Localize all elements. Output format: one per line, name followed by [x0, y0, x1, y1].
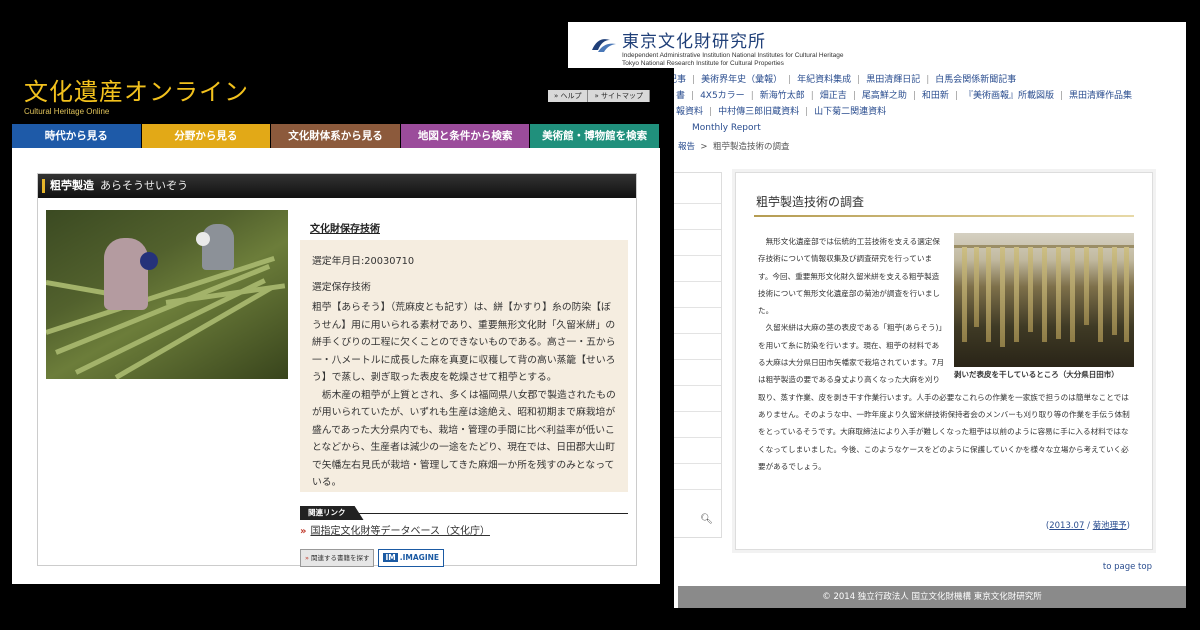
brand-title: 文化遺産オンライン	[24, 78, 249, 106]
search-books-button[interactable]: » 関連する書籍を探す	[300, 549, 375, 567]
archive-nav-link[interactable]: 黒田清輝日記	[866, 72, 920, 88]
nav-separator: |	[954, 91, 958, 101]
breadcrumb-link[interactable]: 報告	[678, 142, 695, 152]
archive-nav-link[interactable]: 黒田清輝作品集	[1069, 88, 1132, 104]
bunka-isan-online-window: 文化遺産オンライン Cultural Heritage Online » ヘルプ…	[0, 68, 674, 608]
selected-date: 選定年月日:20030710	[312, 256, 415, 267]
related-links: 関連リンク » 国指定文化財等データベース（文化庁） » 関連する書籍を探す IM.…	[300, 500, 628, 567]
institute-logo-icon	[592, 39, 616, 52]
tab-map-search[interactable]: 地図と条件から検索	[400, 124, 531, 148]
nav-separator: |	[691, 91, 695, 101]
breadcrumb-current: 粗苧製造技術の調査	[712, 142, 790, 152]
harvest-photo	[46, 210, 288, 379]
tab-by-system[interactable]: 文化財体系から見る	[271, 124, 401, 148]
nav-separator: |	[709, 107, 713, 117]
archive-nav-row-4: Monthly Report	[692, 120, 1186, 136]
nav-separator: |	[1060, 91, 1064, 101]
nav-separator: |	[926, 75, 930, 85]
article-date-link[interactable]: 2013.07	[1049, 521, 1084, 531]
imagine-logo-icon: IM	[383, 553, 398, 562]
archive-nav-link[interactable]: 白馬会関係新聞記事	[935, 72, 1016, 88]
nav-separator: |	[750, 91, 754, 101]
article-credit: (2013.07 / 菊池理予)	[1045, 521, 1130, 531]
utility-links: » ヘルプ » サイトマップ	[547, 90, 650, 102]
heritage-reading: あらそうせいぞう	[100, 179, 188, 192]
archive-nav-link[interactable]: 年紀資料集成	[797, 72, 851, 88]
book-search-badges: » 関連する書籍を探す IM .IMAGINE	[300, 549, 628, 567]
sitemap-link[interactable]: » サイトマップ	[588, 90, 650, 102]
selected-kind: 選定保存技術	[312, 281, 371, 293]
breadcrumb: 報告 > 粗苧製造技術の調査	[678, 140, 789, 152]
archive-nav-link[interactable]: 報資料	[676, 104, 703, 120]
archive-nav-link[interactable]: Monthly Report	[692, 120, 761, 136]
arrow-icon: »	[300, 526, 307, 537]
description-box: 選定年月日:20030710 選定保存技術 粗苧【あらそう】（荒麻皮とも記す）は…	[300, 240, 628, 492]
related-link-database[interactable]: » 国指定文化財等データベース（文化庁）	[300, 522, 628, 537]
category-link[interactable]: 文化財保存技術	[310, 220, 380, 235]
breadcrumb-separator: >	[700, 142, 708, 152]
heritage-title: 粗苧製造	[50, 179, 94, 192]
drying-fiber-photo	[954, 233, 1134, 367]
description-paragraph-1: 粗苧【あらそう】（荒麻皮とも記す）は、絣【かすり】糸の防染【ぼうせん】用に用いら…	[312, 302, 616, 383]
archive-nav-link[interactable]: 『美術画報』所載図版	[964, 88, 1054, 104]
archive-nav-link[interactable]: 畑正吉	[820, 88, 847, 104]
tab-by-field[interactable]: 分野から見る	[141, 124, 272, 148]
main-content: 粗苧製造 あらそうせいぞう 文化財保存技術 選定年月日:20030710 選定保…	[12, 148, 660, 584]
help-link[interactable]: » ヘルプ	[547, 90, 589, 102]
archive-nav-link[interactable]: 和田新	[922, 88, 949, 104]
card-heading: 粗苧製造 あらそうせいぞう	[38, 174, 636, 198]
article-title: 粗苧製造技術の調査	[756, 195, 865, 209]
title-rule	[754, 215, 1134, 217]
article-body: 剥いだ表皮を干しているところ（大分県日田市） 無形文化遺産部では伝統的工芸技術を…	[758, 233, 1134, 475]
description-paragraph-2: 栃木産の粗苧が上質とされ、多くは福岡県八女郡で製造されたものが用いられていたが、…	[312, 389, 616, 489]
search-icon[interactable]: 🔍︎	[700, 514, 713, 525]
to-page-top-link[interactable]: to page top	[1103, 562, 1152, 572]
archive-nav-link[interactable]: 新海竹太郎	[760, 88, 805, 104]
photo-caption: 剥いだ表皮を干しているところ（大分県日田市）	[954, 370, 1119, 379]
archive-nav-link[interactable]: 尾高鮮之助	[862, 88, 907, 104]
main-nav-tabs: 時代から見る 分野から見る 文化財体系から見る 地図と条件から検索 美術館・博物…	[12, 124, 660, 148]
archive-nav-link[interactable]: 美術界年史（彙報）	[701, 72, 782, 88]
archive-nav-link[interactable]: 中村傳三郎旧蔵資料	[718, 104, 799, 120]
nav-separator: |	[852, 91, 856, 101]
tobunken-logo[interactable]: 東京文化財研究所 Independent Administrative Inst…	[590, 32, 843, 68]
site-logo[interactable]: 文化遺産オンライン Cultural Heritage Online	[24, 78, 249, 118]
nav-separator: |	[810, 91, 814, 101]
imagine-button[interactable]: IM .IMAGINE	[378, 549, 445, 567]
nav-separator: |	[788, 75, 792, 85]
archive-nav-row-1: 記事 | 美術界年史（彙報） | 年紀資料集成 | 黒田清輝日記 | 白馬会関係新聞記事	[668, 72, 1186, 88]
brand-subtitle: Cultural Heritage Online	[24, 107, 110, 116]
tab-by-era[interactable]: 時代から見る	[12, 124, 142, 148]
archive-nav-link[interactable]: 4X5カラー	[700, 88, 745, 104]
nav-separator: |	[912, 91, 916, 101]
institute-title: 東京文化財研究所	[622, 32, 766, 52]
archive-nav-row-3: 報資料 | 中村傳三郎旧蔵資料 | 山下菊二関連資料	[676, 104, 1186, 120]
institute-subtitle-2: Tokyo National Research Institute for Cu…	[622, 60, 784, 67]
report-article: 粗苧製造技術の調査 剥いだ表皮を干しているところ（大分県日田市） 無形文化遺産部…	[735, 172, 1153, 550]
archive-nav-link[interactable]: 書	[676, 88, 685, 104]
nav-separator: |	[805, 107, 809, 117]
nav-separator: |	[692, 75, 696, 85]
tab-museum-search[interactable]: 美術館・博物館を検索	[530, 124, 660, 148]
nav-separator: |	[857, 75, 861, 85]
article-author-link[interactable]: 菊池理予	[1093, 521, 1127, 531]
archive-nav-row-2: 書 | 4X5カラー | 新海竹太郎 | 畑正吉 | 尾高鮮之助 | 和田新 | 『美術画報』所載図版 |…	[676, 88, 1186, 104]
heritage-card: 粗苧製造 あらそうせいぞう 文化財保存技術 選定年月日:20030710 選定保…	[37, 173, 637, 567]
archive-nav-link[interactable]: 山下菊二関連資料	[814, 104, 886, 120]
related-links-heading: 関連リンク	[300, 500, 628, 520]
institute-subtitle-1: Independent Administrative Institution N…	[622, 52, 844, 59]
copyright-footer: © 2014 独立行政法人 国立文化財機構 東京文化財研究所	[678, 586, 1186, 608]
